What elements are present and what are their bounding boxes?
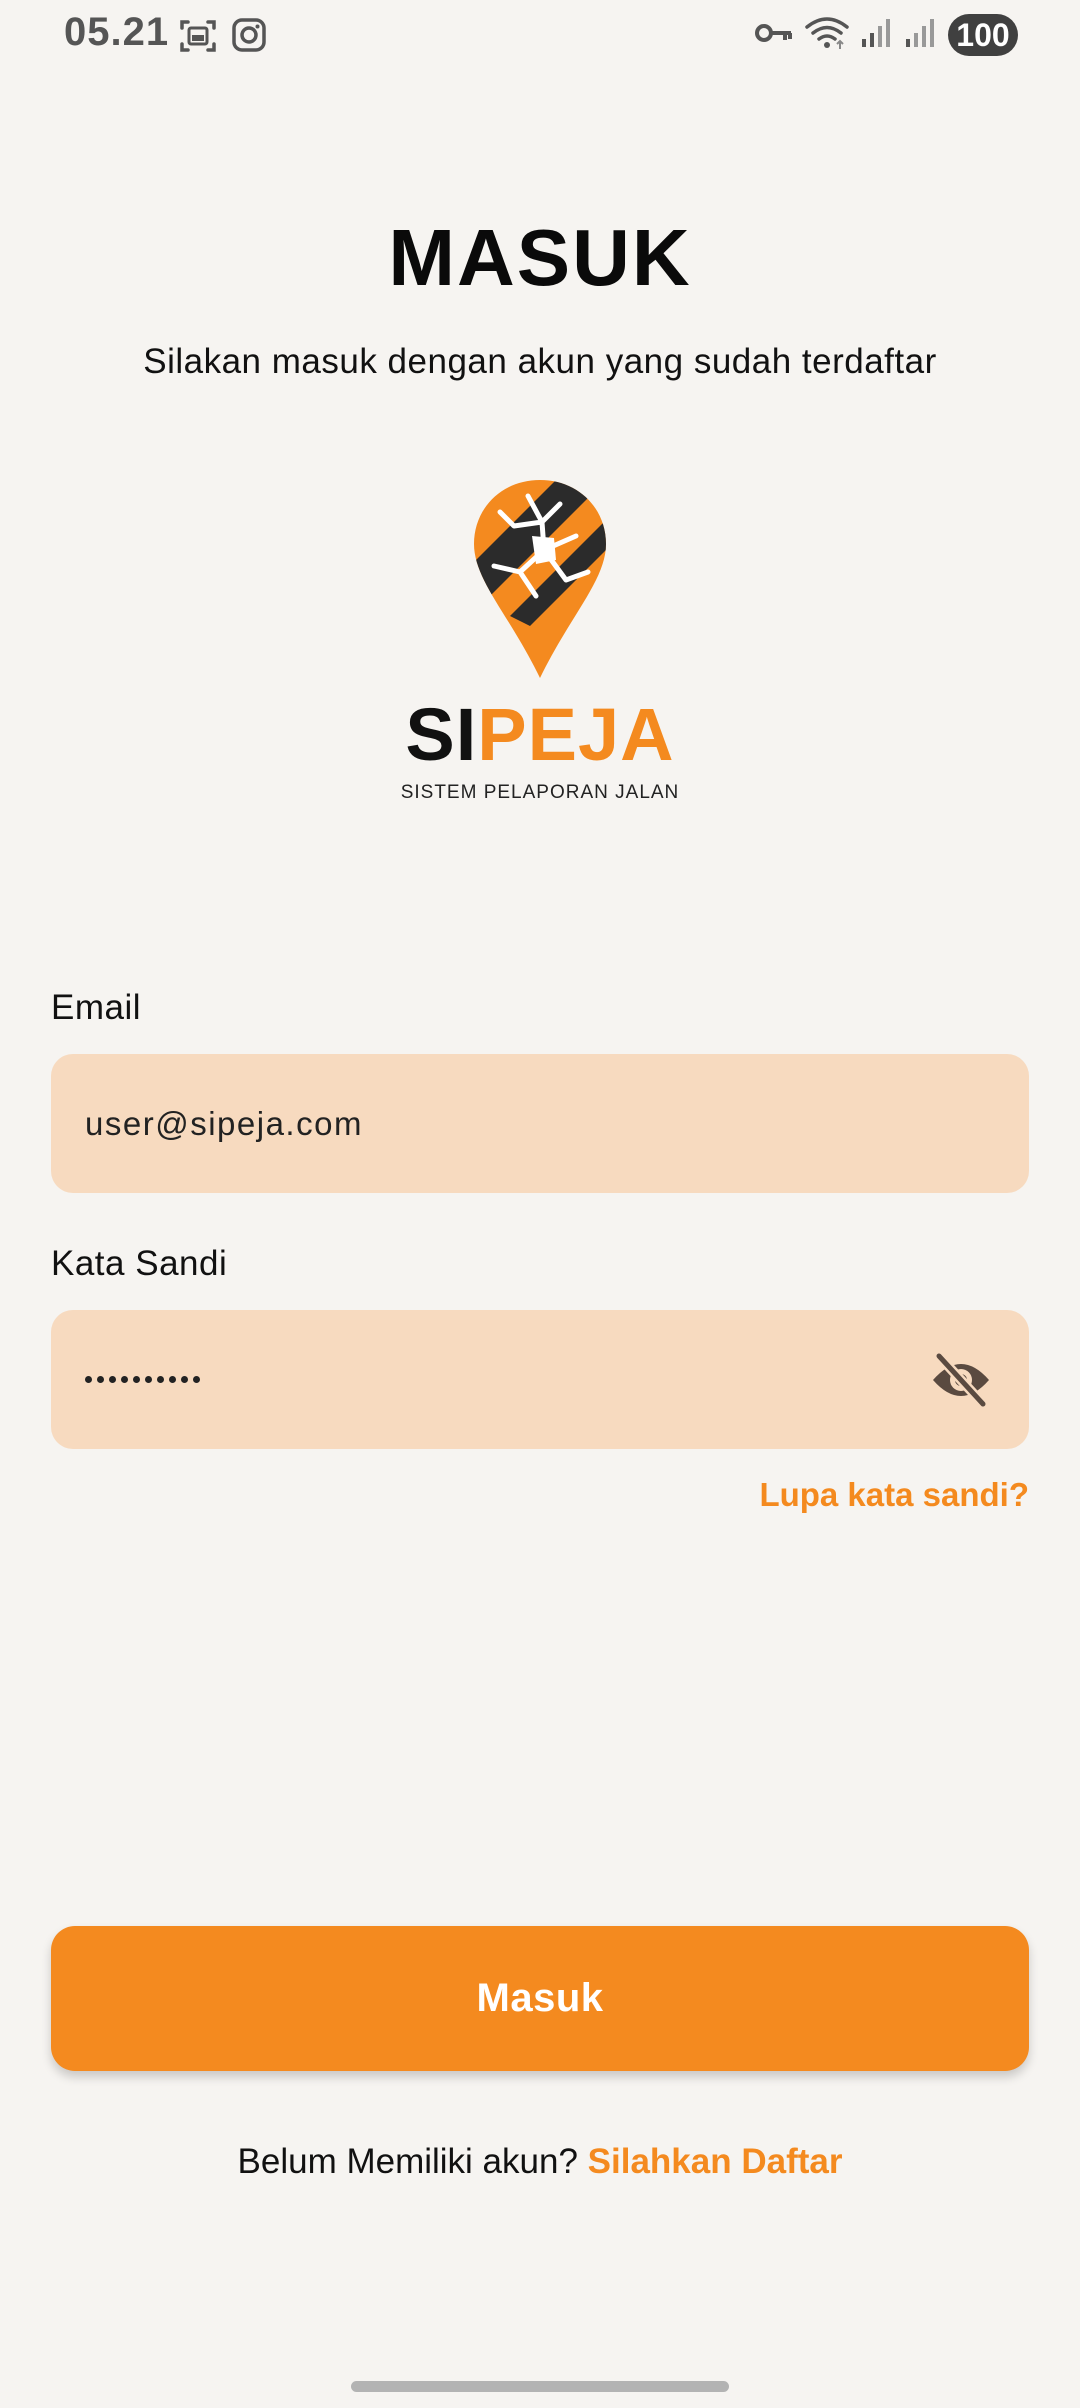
register-prompt-text: Belum Memiliki akun? [237, 2142, 578, 2181]
instagram-icon [230, 16, 268, 61]
status-time: 05.21 [64, 10, 170, 54]
password-dot [145, 1376, 152, 1383]
password-field[interactable] [51, 1310, 1029, 1449]
email-value: user@sipeja.com [85, 1105, 363, 1142]
status-left-icons [178, 16, 268, 61]
status-right-icons: 100 [754, 14, 1018, 56]
wifi-icon [804, 15, 850, 56]
forgot-password-link[interactable]: Lupa kata sandi? [759, 1476, 1029, 1514]
logo-wordmark: SIPEJA [0, 698, 1080, 772]
register-link[interactable]: Silahkan Daftar [588, 2142, 843, 2181]
register-prompt: Belum Memiliki akun? Silahkan Daftar [0, 2142, 1080, 2182]
password-dot [109, 1376, 116, 1383]
password-dot [85, 1376, 92, 1383]
vpn-key-icon [754, 18, 794, 53]
toggle-password-visibility-button[interactable] [929, 1351, 993, 1409]
password-label: Kata Sandi [51, 1244, 228, 1283]
screenshot-icon [178, 16, 218, 61]
password-dot [157, 1376, 164, 1383]
battery-indicator: 100 [948, 14, 1018, 56]
logo-wordmark-peja: PEJA [477, 693, 675, 776]
password-dot [97, 1376, 104, 1383]
location-pin-icon [474, 480, 606, 678]
email-label: Email [51, 988, 142, 1027]
password-dot [133, 1376, 140, 1383]
status-bar: 05.21 100 [0, 0, 1080, 72]
home-indicator[interactable] [351, 2381, 729, 2392]
app-logo: SIPEJA SISTEM PELAPORAN JALAN [0, 470, 1080, 810]
signal-icon [860, 17, 894, 54]
logo-wordmark-si: SI [405, 693, 478, 776]
signal-icon [904, 17, 938, 54]
password-dot [169, 1376, 176, 1383]
password-dot [181, 1376, 188, 1383]
password-dot [121, 1376, 128, 1383]
password-dot [193, 1376, 200, 1383]
logo-tagline: SISTEM PELAPORAN JALAN [400, 782, 680, 803]
password-mask [85, 1310, 200, 1449]
email-field[interactable]: user@sipeja.com [51, 1054, 1029, 1193]
eye-off-icon [933, 1351, 989, 1409]
page-subtitle: Silakan masuk dengan akun yang sudah ter… [143, 342, 937, 381]
page-title: MASUK [388, 213, 692, 302]
login-button[interactable]: Masuk [51, 1926, 1029, 2071]
